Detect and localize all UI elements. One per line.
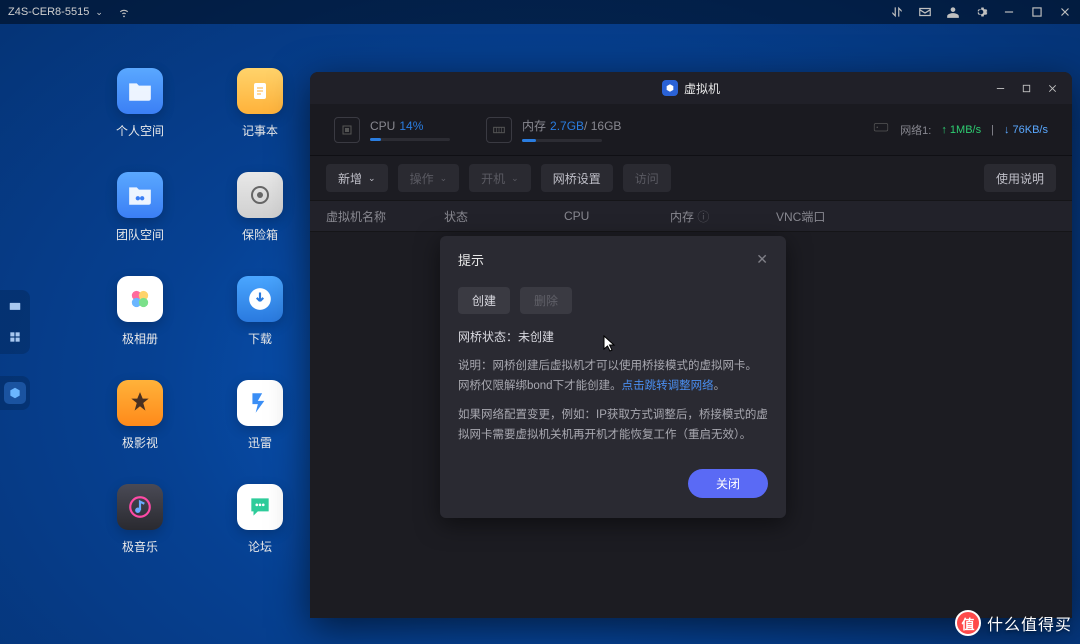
chevron-down-icon: ⌄	[368, 173, 376, 184]
dialog-body: 说明：网桥创建后虚拟机才可以使用桥接模式的虚拟网卡。网桥仅限解绑bond下才能创…	[458, 357, 768, 445]
dialog-close-button[interactable]: 关闭	[688, 469, 768, 498]
desktop-icon-personal[interactable]: 个人空间	[80, 68, 200, 172]
dialog-close-icon[interactable]: ✕	[756, 251, 768, 268]
desktop-icon-music[interactable]: 极音乐	[80, 484, 200, 588]
dialog-title: 提示	[458, 250, 484, 269]
memory-icon	[486, 117, 512, 143]
bridge-settings-button[interactable]: 网桥设置	[541, 164, 613, 192]
col-mem: 内存 ⓘ	[670, 208, 776, 225]
stat-memory: 内存2.7GB/ 16GB	[486, 117, 621, 143]
desktop-icon-notes[interactable]: 记事本	[200, 68, 320, 172]
dock-desktop[interactable]	[4, 296, 26, 318]
left-dock-apps	[0, 376, 30, 410]
desktop-icon-safe[interactable]: 保险箱	[200, 172, 320, 276]
tab-delete[interactable]: 删除	[520, 287, 572, 314]
col-vnc: VNC端口	[776, 208, 845, 225]
watermark: 值 什么值得买	[955, 610, 1072, 636]
vm-close-button[interactable]	[1042, 78, 1062, 98]
wifi-icon[interactable]	[117, 5, 131, 19]
network-icon	[872, 121, 890, 138]
chevron-down-icon: ⌄	[95, 7, 103, 18]
vm-minimize-button[interactable]	[990, 78, 1010, 98]
chevron-down-icon: ⌄	[511, 173, 519, 184]
vm-stats-bar: CPU14% 内存2.7GB/ 16GB 网络1: ↑ 1MB/s | ↓ 76…	[310, 104, 1072, 156]
ops-button[interactable]: 操作⌄	[398, 164, 460, 192]
vm-logo-icon	[662, 80, 678, 96]
desktop-icons: 个人空间 记事本 团队空间 保险箱 极相册 下载 极影视 迅雷 极音乐 论坛	[80, 68, 320, 588]
dock-grid[interactable]	[4, 326, 26, 348]
mouse-cursor	[603, 335, 617, 353]
gear-icon[interactable]	[974, 5, 988, 19]
cpu-icon	[334, 117, 360, 143]
col-cpu: CPU	[564, 209, 670, 223]
tab-create[interactable]: 创建	[458, 287, 510, 314]
stat-network: 网络1: ↑ 1MB/s | ↓ 76KB/s	[872, 121, 1048, 138]
top-bar: Z4S-CER8-5515 ⌄	[0, 0, 1080, 24]
watermark-badge: 值	[955, 610, 981, 636]
desktop-icon-forum[interactable]: 论坛	[200, 484, 320, 588]
bridge-dialog: 提示 ✕ 创建 删除 网桥状态：未创建 说明：网桥创建后虚拟机才可以使用桥接模式…	[440, 236, 786, 518]
left-dock	[0, 290, 30, 354]
desktop-icon-xunlei[interactable]: 迅雷	[200, 380, 320, 484]
maximize-icon[interactable]	[1030, 5, 1044, 19]
close-icon[interactable]	[1058, 5, 1072, 19]
minimize-icon[interactable]	[1002, 5, 1016, 19]
desktop-icon-photos[interactable]: 极相册	[80, 276, 200, 380]
transfer-icon[interactable]	[890, 5, 904, 19]
boot-button[interactable]: 开机⌄	[469, 164, 531, 192]
visit-button[interactable]: 访问	[623, 164, 671, 192]
desktop-icon-video[interactable]: 极影视	[80, 380, 200, 484]
stat-cpu: CPU14%	[334, 117, 450, 143]
dock-vm-app[interactable]	[4, 382, 26, 404]
chevron-down-icon: ⌄	[440, 173, 448, 184]
help-button[interactable]: 使用说明	[984, 164, 1056, 192]
desktop-icon-download[interactable]: 下载	[200, 276, 320, 380]
vm-maximize-button[interactable]	[1016, 78, 1036, 98]
hostname-dropdown[interactable]: Z4S-CER8-5515 ⌄	[8, 6, 103, 18]
vm-titlebar[interactable]: 虚拟机	[310, 72, 1072, 104]
hostname-label: Z4S-CER8-5515	[8, 6, 89, 18]
add-button[interactable]: 新增⌄	[326, 164, 388, 192]
watermark-text: 什么值得买	[987, 611, 1072, 635]
vm-window-title: 虚拟机	[662, 80, 720, 97]
vm-toolbar: 新增⌄ 操作⌄ 开机⌄ 网桥设置 访问 使用说明	[310, 156, 1072, 200]
mail-icon[interactable]	[918, 5, 932, 19]
col-name: 虚拟机名称	[326, 208, 444, 225]
desktop-icon-team[interactable]: 团队空间	[80, 172, 200, 276]
adjust-network-link[interactable]: 点击跳转调整网络	[622, 380, 714, 392]
user-icon[interactable]	[946, 5, 960, 19]
vm-table-header: 虚拟机名称 状态 CPU 内存 ⓘ VNC端口	[310, 200, 1072, 232]
col-state: 状态	[444, 208, 564, 225]
info-icon: ⓘ	[697, 210, 709, 224]
